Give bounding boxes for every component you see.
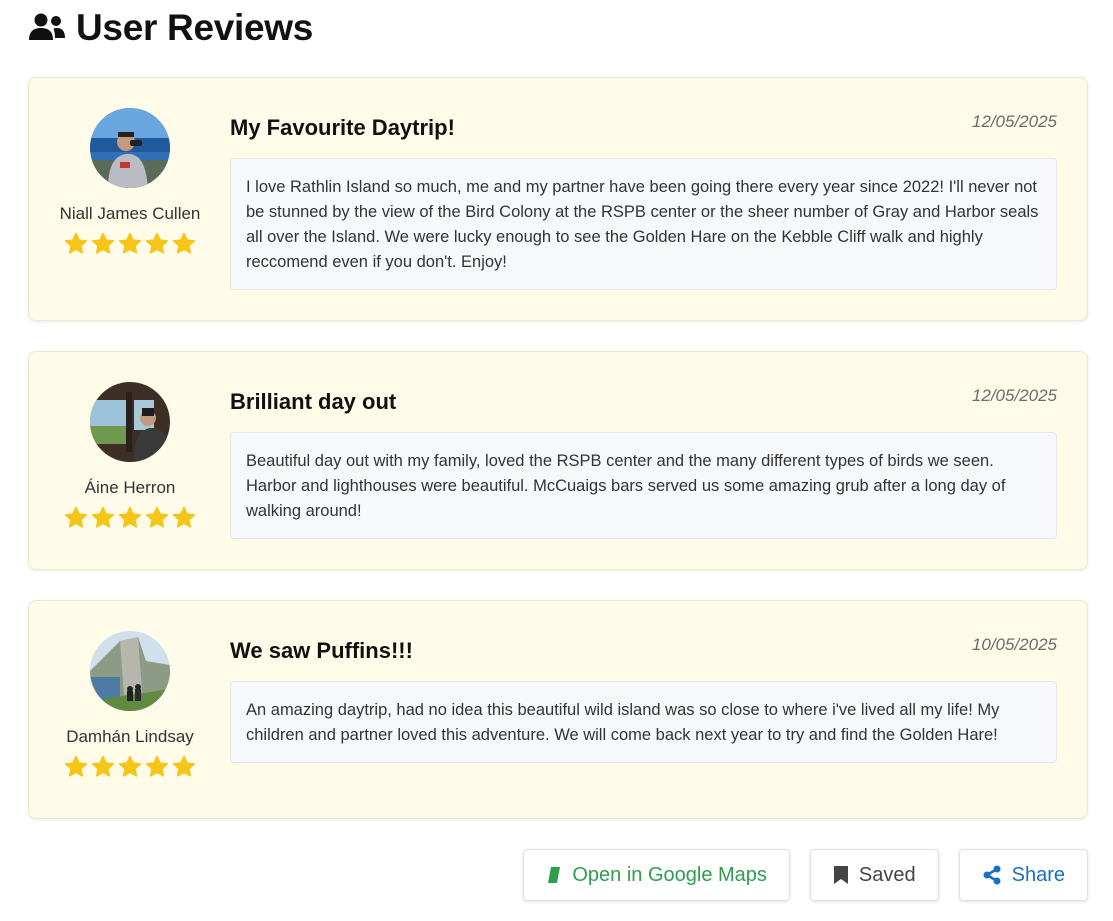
share-button[interactable]: Share bbox=[958, 849, 1088, 901]
review-user: Áine Herron bbox=[59, 382, 201, 530]
star-rating bbox=[64, 755, 196, 779]
review-user: Damhán Lindsay bbox=[59, 631, 201, 779]
star-icon bbox=[91, 506, 115, 528]
star-rating bbox=[64, 506, 196, 530]
review-date: 12/05/2025 bbox=[971, 386, 1057, 405]
review-title: My Favourite Daytrip! bbox=[230, 115, 455, 140]
review-date: 10/05/2025 bbox=[971, 635, 1057, 654]
saved-label: Saved bbox=[858, 863, 916, 886]
avatar bbox=[90, 108, 170, 188]
share-label: Share bbox=[1011, 863, 1065, 886]
map-icon bbox=[548, 867, 561, 883]
share-icon bbox=[983, 865, 1001, 885]
review-date: 12/05/2025 bbox=[971, 112, 1057, 131]
star-icon bbox=[91, 232, 115, 254]
review-title: We saw Puffins!!! bbox=[230, 638, 413, 663]
avatar bbox=[90, 382, 170, 462]
user-name: Damhán Lindsay bbox=[66, 727, 194, 746]
review-card: Áine Herron Brilliant day out 12/05/2025… bbox=[28, 351, 1088, 570]
star-icon bbox=[172, 506, 196, 528]
users-icon bbox=[29, 13, 65, 40]
star-icon bbox=[91, 755, 115, 777]
user-name: Áine Herron bbox=[84, 478, 176, 497]
star-icon bbox=[172, 232, 196, 254]
section-header: User Reviews bbox=[28, 6, 313, 48]
bookmark-icon bbox=[833, 866, 848, 884]
star-icon bbox=[64, 506, 88, 528]
review-body: Beautiful day out with my family, loved … bbox=[230, 432, 1057, 539]
section-title: User Reviews bbox=[76, 6, 314, 48]
review-card: Niall James Cullen My Favourite Daytrip!… bbox=[28, 77, 1088, 321]
reviews-page: User Reviews Niall James Cullen My Favou… bbox=[0, 0, 1113, 921]
saved-button[interactable]: Saved bbox=[809, 849, 939, 901]
open-google-maps-button[interactable]: Open in Google Maps bbox=[523, 849, 790, 901]
review-user: Niall James Cullen bbox=[59, 108, 201, 256]
star-icon bbox=[64, 232, 88, 254]
user-name: Niall James Cullen bbox=[59, 204, 201, 223]
star-icon bbox=[118, 232, 142, 254]
open-google-maps-label: Open in Google Maps bbox=[572, 863, 767, 886]
review-body: I love Rathlin Island so much, me and my… bbox=[230, 158, 1057, 290]
star-icon bbox=[145, 755, 169, 777]
action-bar: Open in Google Maps Saved Share bbox=[523, 849, 1088, 901]
star-rating bbox=[64, 232, 196, 256]
review-card: Damhán Lindsay We saw Puffins!!! 10/05/2… bbox=[28, 600, 1088, 819]
star-icon bbox=[118, 506, 142, 528]
star-icon bbox=[145, 506, 169, 528]
review-body: An amazing daytrip, had no idea this bea… bbox=[230, 681, 1057, 763]
review-title: Brilliant day out bbox=[230, 389, 397, 414]
avatar bbox=[90, 631, 170, 711]
star-icon bbox=[118, 755, 142, 777]
star-icon bbox=[145, 232, 169, 254]
star-icon bbox=[172, 755, 196, 777]
star-icon bbox=[64, 755, 88, 777]
